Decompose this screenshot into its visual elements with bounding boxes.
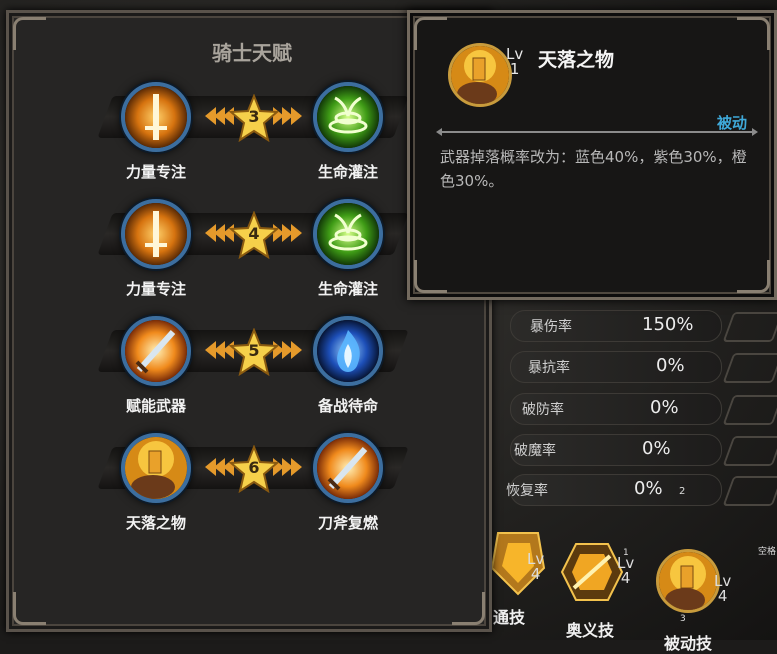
talent-option-right[interactable] [313, 82, 383, 152]
skill-name: 被动技 [664, 634, 713, 653]
talent-option-left[interactable] [121, 199, 191, 269]
stat-row-crit-resist: 暴抗率 0% [496, 347, 777, 383]
spacebar-hint: 空格 [758, 547, 777, 557]
talent-level-number: 6 [248, 458, 260, 477]
skill-level-label: Lv 4 [527, 550, 545, 583]
golden-treasure-icon [659, 552, 717, 610]
talent-option-left[interactable] [121, 316, 191, 386]
talent-option-left[interactable] [121, 433, 191, 503]
stat-row-crit-damage: 暴伤率 150% [496, 306, 777, 342]
frame-corner-ornament [414, 260, 447, 293]
talent-option-right[interactable] [313, 316, 383, 386]
stat-row-recovery: 恢复率 0% [496, 470, 777, 506]
golden-treasure-icon [125, 437, 187, 499]
talent-name: 生命灌注 [317, 280, 378, 298]
talent-level-number: 3 [248, 107, 260, 126]
stat-value: 0% [642, 438, 671, 459]
level-arrows-left [205, 341, 234, 363]
golden-treasure-icon [448, 43, 512, 107]
stats-panel: 暴伤率 150% 暴抗率 0% 破防率 0% 破魔率 0% 恢复率 0% 2 [496, 300, 777, 520]
level-arrows-left [205, 224, 234, 246]
stat-ornament-icon [722, 395, 777, 425]
stat-name: 暴伤率 [530, 319, 572, 335]
stat-value: 0% [634, 478, 663, 499]
frame-corner-ornament [737, 260, 770, 293]
level-arrows-left [205, 458, 234, 480]
green-vine-icon [317, 203, 379, 265]
tooltip-divider [436, 128, 758, 136]
frame-corner-ornament [452, 592, 485, 625]
talent-name: 刀斧复燃 [317, 514, 378, 532]
talent-name: 备战待命 [317, 397, 378, 415]
skill-level-label: Lv 4 [617, 554, 635, 587]
stat-ornament-icon [722, 476, 777, 506]
stat-name: 恢复率 [506, 483, 548, 499]
skill-slot-passive[interactable] [656, 549, 720, 613]
blue-flame-icon [317, 320, 379, 382]
ultimate-skill-icon [560, 543, 624, 601]
talent-row: 5 赋能武器 备战待命 [9, 310, 495, 420]
talent-level-number: 4 [248, 224, 260, 243]
tooltip-skill-name: 天落之物 [538, 49, 615, 71]
frame-corner-ornament [414, 17, 447, 50]
talent-level-number: 5 [248, 341, 260, 360]
stat-note-number: 2 [679, 486, 686, 497]
stat-name: 破魔率 [514, 443, 556, 459]
talent-name: 力量专注 [125, 163, 186, 181]
stat-ornament-icon [722, 436, 777, 466]
skill-name: 奥义技 [566, 621, 615, 640]
frame-corner-ornament [737, 17, 770, 50]
stat-name: 破防率 [522, 402, 564, 418]
tooltip-skill-type: 被动 [716, 114, 747, 132]
talent-option-right[interactable] [313, 199, 383, 269]
frame-corner-ornament [13, 592, 46, 625]
talent-option-right[interactable] [313, 433, 383, 503]
sword-glow-icon [125, 203, 187, 265]
skill-name: 通技 [493, 608, 526, 627]
green-vine-icon [317, 86, 379, 148]
stat-value: 0% [650, 397, 679, 418]
stat-row-armor-pierce: 破防率 0% [496, 389, 777, 425]
enchanted-sword-icon [317, 437, 379, 499]
talent-name: 赋能武器 [125, 397, 186, 415]
stat-ornament-icon [722, 353, 777, 383]
stat-name: 暴抗率 [528, 360, 570, 376]
skill-tooltip: Lv 1 天落之物 被动 武器掉落概率改为：蓝色40%，紫色30%，橙色30%。 [407, 10, 777, 300]
stat-ornament-icon [722, 312, 777, 342]
stat-value: 0% [656, 355, 685, 376]
stat-row-magic-pierce: 破魔率 0% [496, 430, 777, 466]
talent-row: 6 天落之物 刀斧复燃 [9, 427, 495, 537]
skill-slot-ultimate[interactable] [560, 540, 624, 604]
stat-value: 150% [642, 314, 694, 335]
enchanted-sword-icon [125, 320, 187, 382]
talent-option-left[interactable] [121, 82, 191, 152]
level-arrows-left [205, 107, 234, 129]
skill-level-label: Lv 4 [714, 572, 732, 605]
talent-name: 生命灌注 [317, 163, 378, 181]
sword-glow-icon [125, 86, 187, 148]
tooltip-description: 武器掉落概率改为：蓝色40%，紫色30%，橙色30%。 [440, 148, 747, 190]
skill-badge: 3 [680, 614, 686, 624]
tooltip-level: Lv 1 [506, 45, 524, 78]
talent-name: 天落之物 [125, 514, 186, 532]
talent-name: 力量专注 [125, 280, 186, 298]
